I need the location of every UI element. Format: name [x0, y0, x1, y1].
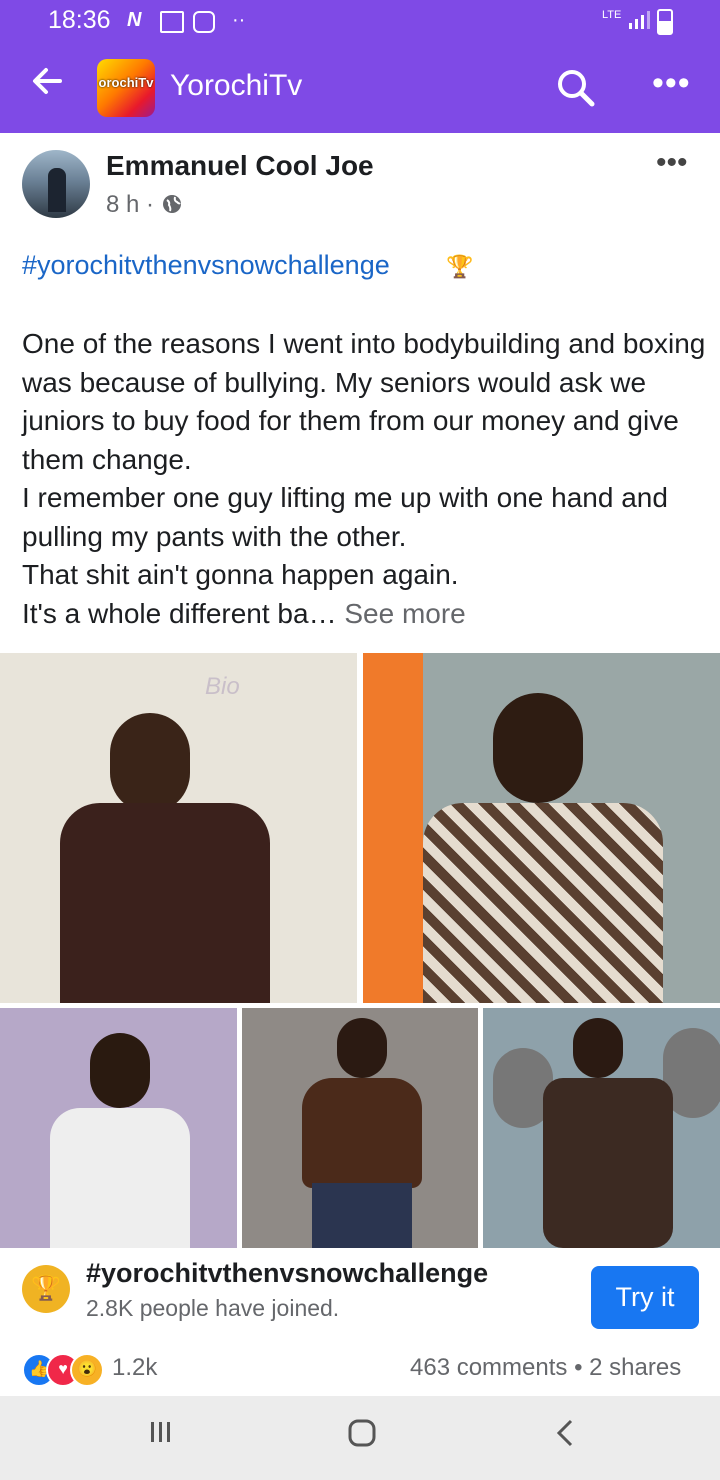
- see-more-link[interactable]: See more: [344, 598, 465, 629]
- notification-n-icon: N: [127, 9, 142, 31]
- recent-apps-icon[interactable]: [147, 1418, 175, 1454]
- try-it-button[interactable]: Try it: [591, 1266, 699, 1329]
- challenge-title[interactable]: #yorochitvthenvsnowchallenge: [86, 1258, 488, 1289]
- more-notifications-icon: ··: [232, 9, 246, 31]
- page-logo[interactable]: orochiTv: [97, 59, 155, 117]
- post-photo-5[interactable]: [483, 1008, 720, 1248]
- home-icon[interactable]: [347, 1418, 377, 1456]
- system-nav-bar: [0, 1396, 720, 1480]
- page-title[interactable]: YorochiTv: [170, 69, 302, 103]
- reaction-icons[interactable]: 👍 ♥ 😮: [22, 1353, 112, 1387]
- signal-icon: [628, 8, 650, 35]
- post-photo-3[interactable]: [0, 1008, 237, 1248]
- post-photo-4[interactable]: [242, 1008, 478, 1248]
- instagram-notification-icon: [193, 11, 215, 33]
- app-bar: orochiTv YorochiTv •••: [0, 42, 720, 133]
- challenge-trophy-icon: 🏆: [22, 1265, 70, 1313]
- globe-icon: [161, 193, 183, 222]
- meta-separator: ·: [146, 191, 155, 218]
- post-photo-1[interactable]: Bio: [0, 653, 357, 1003]
- logo-text: orochiTv: [98, 75, 154, 90]
- challenge-subtitle: 2.8K people have joined.: [86, 1295, 340, 1321]
- post-body: One of the reasons I went into bodybuild…: [22, 325, 712, 633]
- comments-shares-count[interactable]: 463 comments • 2 shares: [410, 1354, 681, 1382]
- reactions-count[interactable]: 1.2k: [112, 1354, 157, 1382]
- gallery-notification-icon: [160, 11, 184, 33]
- post-options-icon[interactable]: •••: [656, 146, 688, 180]
- post-text: One of the reasons I went into bodybuild…: [22, 328, 706, 629]
- post-hashtag[interactable]: #yorochitvthenvsnowchallenge: [22, 250, 390, 281]
- search-icon[interactable]: [556, 68, 596, 113]
- author-avatar[interactable]: [22, 150, 90, 218]
- back-nav-icon[interactable]: [553, 1418, 577, 1456]
- more-options-icon[interactable]: •••: [652, 64, 691, 103]
- back-arrow-icon[interactable]: [30, 64, 64, 108]
- wow-reaction-icon: 😮: [70, 1353, 104, 1387]
- post-time[interactable]: 8 h: [106, 191, 139, 218]
- post-meta: 8 h ·: [106, 191, 183, 222]
- battery-icon: [657, 9, 673, 35]
- status-bar: 18:36 N ·· LTE: [0, 0, 720, 42]
- network-type: LTE: [602, 9, 622, 21]
- status-time: 18:36: [48, 6, 111, 34]
- trophy-icon: 🏆: [446, 254, 474, 279]
- author-name[interactable]: Emmanuel Cool Joe: [106, 150, 374, 182]
- post-photo-2[interactable]: [363, 653, 720, 1003]
